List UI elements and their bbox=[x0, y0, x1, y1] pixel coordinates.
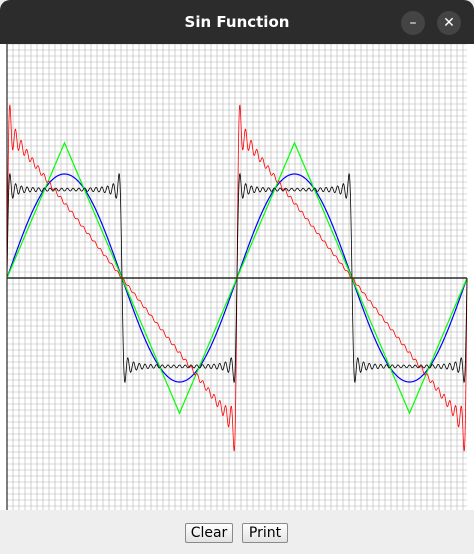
print-button[interactable]: Print bbox=[242, 523, 288, 543]
plot-canvas[interactable] bbox=[0, 44, 474, 510]
waveform-plot bbox=[6, 44, 468, 510]
title-bar[interactable]: Sin Function – ✕ bbox=[0, 0, 474, 44]
close-icon[interactable]: ✕ bbox=[437, 11, 461, 35]
app-window: Sin Function – ✕ Clear Print bbox=[0, 0, 474, 554]
button-panel: Clear Print bbox=[0, 510, 474, 554]
clear-button[interactable]: Clear bbox=[185, 523, 233, 543]
minimize-icon[interactable]: – bbox=[401, 11, 425, 35]
